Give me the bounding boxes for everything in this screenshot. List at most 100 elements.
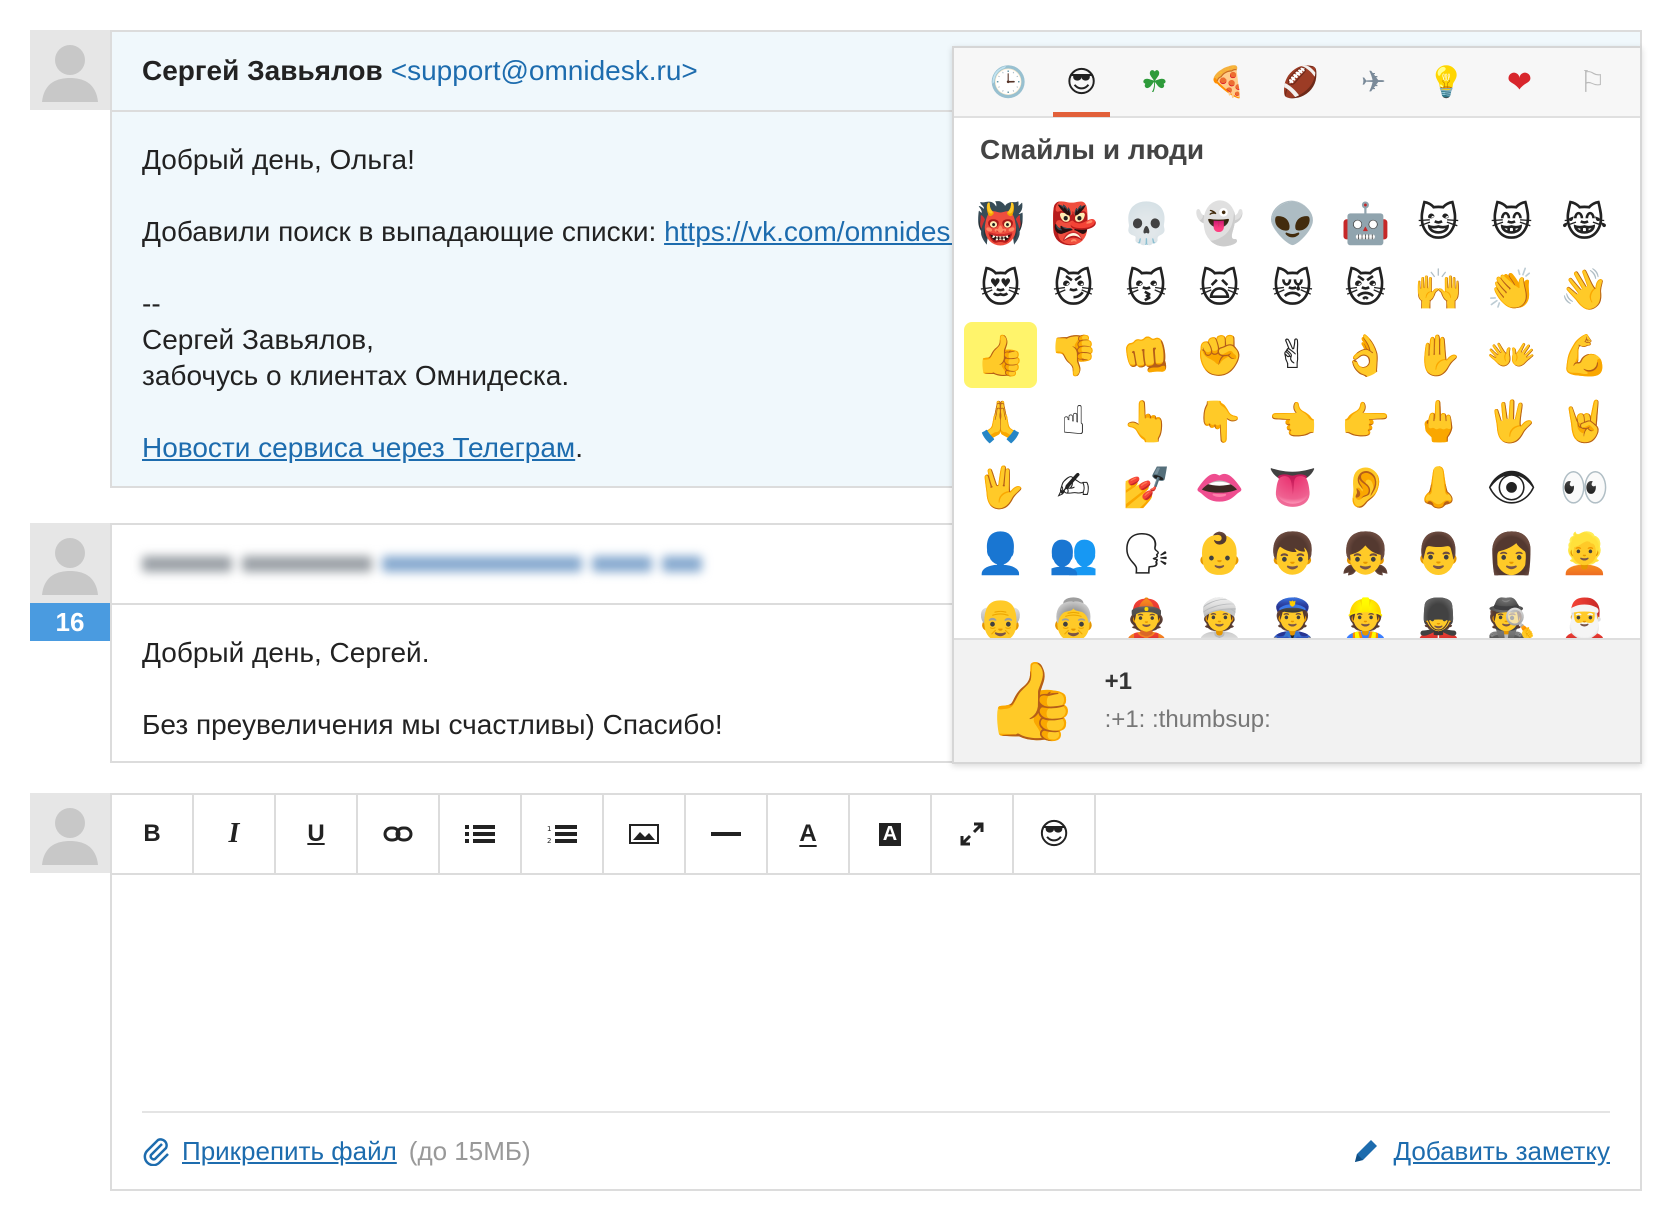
emoji-cell[interactable]: 👇 xyxy=(1183,388,1256,454)
bullet-list-icon xyxy=(465,825,495,843)
telegram-news-link[interactable]: Новости сервиса через Телеграм xyxy=(142,432,575,463)
emoji-cell[interactable]: 😸 xyxy=(1475,190,1548,256)
sunglasses-icon: 😎 xyxy=(1038,817,1070,851)
emoji-cell[interactable]: 💀 xyxy=(1110,190,1183,256)
tab-clock[interactable]: 🕒 xyxy=(972,48,1045,117)
emoji-cell[interactable]: 👷 xyxy=(1329,586,1402,641)
image-button[interactable] xyxy=(604,795,686,873)
travel-icon: ✈ xyxy=(1360,65,1387,99)
emoji-cell[interactable]: ☝ xyxy=(1037,388,1110,454)
emoji-cell[interactable]: ✍ xyxy=(1037,454,1110,520)
emoji-cell[interactable]: 👌 xyxy=(1329,322,1402,388)
emoji-cell[interactable]: 👶 xyxy=(1183,520,1256,586)
preview-emoji: 👍 xyxy=(984,659,1079,744)
emoji-cell[interactable]: 👄 xyxy=(1183,454,1256,520)
tab-activity[interactable]: 🏈 xyxy=(1264,48,1337,117)
emoji-cell[interactable]: 👍 xyxy=(964,322,1037,388)
emoji-cell[interactable]: 👱 xyxy=(1548,520,1621,586)
emoji-cell[interactable]: 👧 xyxy=(1329,520,1402,586)
text-color-button[interactable]: A xyxy=(768,795,850,873)
tab-nature[interactable]: ☘ xyxy=(1118,48,1191,117)
emoji-cell[interactable]: ✊ xyxy=(1183,322,1256,388)
emoji-cell[interactable]: 👏 xyxy=(1475,256,1548,322)
emoji-cell[interactable]: 👻 xyxy=(1183,190,1256,256)
emoji-cell[interactable]: 👐 xyxy=(1475,322,1548,388)
emoji-cell[interactable]: 🖖 xyxy=(964,454,1037,520)
attach-section: Прикрепить файл (до 15МБ) xyxy=(142,1136,531,1167)
tab-smiley[interactable]: 😎 xyxy=(1045,48,1118,117)
emoji-cell[interactable]: 👥 xyxy=(1037,520,1110,586)
link-button[interactable] xyxy=(358,795,440,873)
emoji-cell[interactable]: ✋ xyxy=(1402,322,1475,388)
tab-food[interactable]: 🍕 xyxy=(1191,48,1264,117)
emoji-cell[interactable]: 👁 xyxy=(1475,454,1548,520)
emoji-cell[interactable]: 👩 xyxy=(1475,520,1548,586)
preview-name: +1 xyxy=(1104,668,1133,695)
emoji-cell[interactable]: 🕵 xyxy=(1475,586,1548,641)
emoji-cell[interactable]: 👂 xyxy=(1329,454,1402,520)
vk-link[interactable]: https://vk.com/omnidesk xyxy=(664,216,964,247)
emoji-cell[interactable]: 😹 xyxy=(1548,190,1621,256)
bullet-list-button[interactable] xyxy=(440,795,522,873)
add-note-link[interactable]: Добавить заметку xyxy=(1393,1136,1610,1167)
emoji-cell[interactable]: 👳 xyxy=(1183,586,1256,641)
emoji-cell[interactable]: 👉 xyxy=(1329,388,1402,454)
italic-button[interactable]: I xyxy=(194,795,276,873)
emoji-cell[interactable]: 👀 xyxy=(1548,454,1621,520)
emoji-cell[interactable]: 🎅 xyxy=(1548,586,1621,641)
emoji-cell[interactable]: 😿 xyxy=(1256,256,1329,322)
italic-label: I xyxy=(228,818,240,849)
emoji-cell[interactable]: 💪 xyxy=(1548,322,1621,388)
emoji-cell[interactable]: 👺 xyxy=(1037,190,1110,256)
emoji-cell[interactable]: 👽 xyxy=(1256,190,1329,256)
emoji-cell[interactable]: 👮 xyxy=(1256,586,1329,641)
emoji-cell[interactable]: 💅 xyxy=(1110,454,1183,520)
emoji-cell[interactable]: 👵 xyxy=(1037,586,1110,641)
emoji-cell[interactable]: 👦 xyxy=(1256,520,1329,586)
emoji-cell[interactable]: 🤖 xyxy=(1329,190,1402,256)
tab-symbols[interactable]: ❤ xyxy=(1483,48,1556,117)
emoji-cell[interactable]: 😺 xyxy=(1402,190,1475,256)
emoji-cell[interactable]: ✌ xyxy=(1256,322,1329,388)
emoji-cell[interactable]: 👃 xyxy=(1402,454,1475,520)
emoji-cell[interactable]: 💂 xyxy=(1402,586,1475,641)
bold-button[interactable]: B xyxy=(112,795,194,873)
emoji-cell[interactable]: 👎 xyxy=(1037,322,1110,388)
svg-text:2: 2 xyxy=(547,837,551,844)
emoji-cell[interactable]: 👹 xyxy=(964,190,1037,256)
tab-travel[interactable]: ✈ xyxy=(1337,48,1410,117)
tab-flags[interactable]: ⚐ xyxy=(1556,48,1629,117)
sender-email[interactable]: <support@omnidesk.ru> xyxy=(391,55,698,87)
emoji-cell[interactable]: 👅 xyxy=(1256,454,1329,520)
numbered-list-button[interactable]: 12 xyxy=(522,795,604,873)
background-color-button[interactable]: A xyxy=(850,795,932,873)
tab-objects[interactable]: 💡 xyxy=(1410,48,1483,117)
emoji-cell[interactable]: 👊 xyxy=(1110,322,1183,388)
bg-color-label: A xyxy=(878,822,902,846)
emoji-cell[interactable]: 😽 xyxy=(1110,256,1183,322)
emoji-cell[interactable]: 👴 xyxy=(964,586,1037,641)
emoji-cell[interactable]: 👨 xyxy=(1402,520,1475,586)
emoji-cell[interactable]: 😾 xyxy=(1329,256,1402,322)
reply-textarea[interactable] xyxy=(112,875,1640,1111)
emoji-cell[interactable]: 👈 xyxy=(1256,388,1329,454)
emoji-cell[interactable]: 🙌 xyxy=(1402,256,1475,322)
horizontal-rule-button[interactable] xyxy=(686,795,768,873)
emoji-cell[interactable]: 😼 xyxy=(1037,256,1110,322)
emoji-cell[interactable]: 😻 xyxy=(964,256,1037,322)
emoji-cell[interactable]: 🖐 xyxy=(1475,388,1548,454)
emoji-cell[interactable]: 👤 xyxy=(964,520,1037,586)
emoji-button[interactable]: 😎 xyxy=(1014,795,1096,873)
emoji-cell[interactable]: 👋 xyxy=(1548,256,1621,322)
fullscreen-button[interactable] xyxy=(932,795,1014,873)
emoji-cell[interactable]: 🤘 xyxy=(1548,388,1621,454)
underline-button[interactable]: U xyxy=(276,795,358,873)
emoji-cell[interactable]: 🗣 xyxy=(1110,520,1183,586)
emoji-cell[interactable]: 🖕 xyxy=(1402,388,1475,454)
emoji-cell[interactable]: 👆 xyxy=(1110,388,1183,454)
emoji-cell[interactable]: 🙀 xyxy=(1183,256,1256,322)
attach-file-link[interactable]: Прикрепить файл xyxy=(182,1136,397,1167)
body-text: Добавили поиск в выпадающие списки: xyxy=(142,216,665,247)
emoji-cell[interactable]: 🙏 xyxy=(964,388,1037,454)
emoji-cell[interactable]: 👲 xyxy=(1110,586,1183,641)
